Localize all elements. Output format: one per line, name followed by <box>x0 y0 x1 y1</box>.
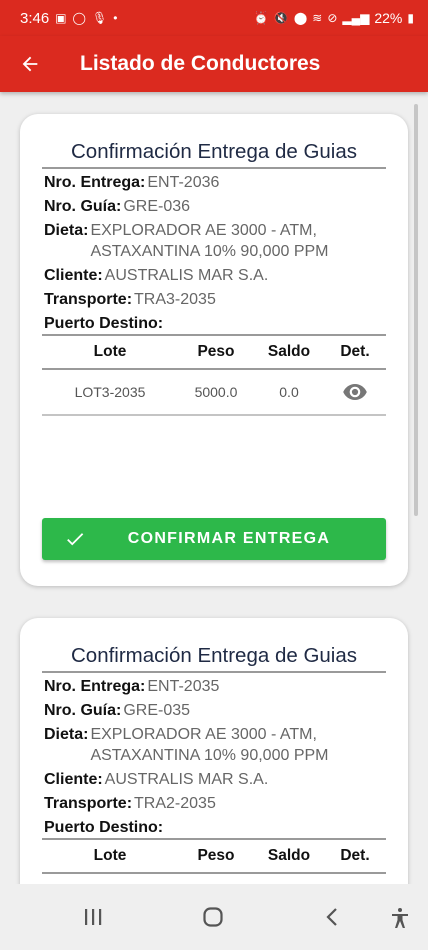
header-saldo: Saldo <box>267 847 311 864</box>
status-time: 3:46 <box>20 9 50 27</box>
field-puerto-destino: Puerto Destino: <box>44 313 384 334</box>
header-peso: Peso <box>197 343 235 360</box>
field-label: Dieta: <box>44 222 89 239</box>
accessibility-icon[interactable] <box>388 906 412 935</box>
app-bar: Listado de Conductores <box>0 36 428 92</box>
field-label: Nro. Entrega: <box>44 174 146 191</box>
recents-icon[interactable] <box>82 906 104 933</box>
field-value: EXPLORADOR AE 3000 - ATM, ASTAXANTINA 10… <box>90 726 329 764</box>
field-value: ENT-2036 <box>147 174 220 191</box>
alarm-icon: ⏰ <box>253 11 269 25</box>
field-nro-entrega: Nro. Entrega: ENT-2036 <box>44 172 384 193</box>
field-cliente: Cliente: AUSTRALIS MAR S.A. <box>44 769 384 790</box>
field-cliente: Cliente: AUSTRALIS MAR S.A. <box>44 265 384 286</box>
field-transporte: Transporte: TRA3-2035 <box>44 289 384 310</box>
field-label: Transporte: <box>44 291 133 308</box>
field-transporte: Transporte: TRA2-2035 <box>44 793 384 814</box>
wifi-icon: ≋ <box>312 11 323 25</box>
field-nro-guia: Nro. Guía: GRE-035 <box>44 700 384 721</box>
field-nro-entrega: Nro. Entrega: ENT-2035 <box>44 676 384 697</box>
header-det: Det. <box>340 847 370 864</box>
table-header: Lote Peso Saldo Det. <box>42 838 386 874</box>
battery-percent: 22% <box>374 10 403 26</box>
delivery-card: Confirmación Entrega de Guias Nro. Entre… <box>20 618 408 884</box>
field-nro-guia: Nro. Guía: GRE-036 <box>44 196 384 217</box>
location-icon: ⬤ <box>293 11 308 25</box>
page-title: Listado de Conductores <box>80 52 321 75</box>
field-dieta: Dieta: EXPLORADOR AE 3000 - ATM, ASTAXAN… <box>44 220 384 262</box>
status-bar: 3:46 ▣ ◯ 🎙 • ⏰ 🔇 ⬤ ≋ ⊘ ▂▄▆ 22% ▮ <box>0 0 428 36</box>
confirm-delivery-button[interactable]: CONFIRMAR ENTREGA <box>42 518 386 560</box>
field-label: Dieta: <box>44 726 89 743</box>
header-saldo: Saldo <box>267 343 311 360</box>
signal-icon: ▂▄▆ <box>342 11 370 25</box>
cell-peso: 5000.0 <box>194 384 238 400</box>
content-list[interactable]: Confirmación Entrega de Guias Nro. Entre… <box>0 92 428 884</box>
header-lote: Lote <box>93 343 127 360</box>
whatsapp-notification-icon: ◯ <box>72 11 86 25</box>
field-value: EXPLORADOR AE 3000 - ATM, ASTAXANTINA 10… <box>90 222 329 260</box>
arrow-left-icon[interactable] <box>0 36 60 92</box>
image-notification-icon: ▣ <box>55 11 67 25</box>
field-value: AUSTRALIS MAR S.A. <box>104 267 269 284</box>
field-value: ENT-2035 <box>147 678 220 695</box>
field-value: TRA2-2035 <box>134 795 216 812</box>
header-peso: Peso <box>197 847 235 864</box>
system-nav-bar <box>0 884 428 950</box>
delivery-card: Confirmación Entrega de Guias Nro. Entre… <box>20 114 408 586</box>
field-value: AUSTRALIS MAR S.A. <box>104 771 269 788</box>
table-row: LOT3-2035 5000.0 0.0 <box>42 370 386 416</box>
field-label: Nro. Guía: <box>44 198 122 215</box>
field-label: Puerto Destino: <box>44 819 164 836</box>
chevron-left-icon[interactable] <box>322 906 344 933</box>
field-value: TRA3-2035 <box>134 291 216 308</box>
field-value: GRE-035 <box>123 702 191 719</box>
check-icon <box>64 528 86 555</box>
card-title: Confirmación Entrega de Guias <box>42 644 386 673</box>
field-dieta: Dieta: EXPLORADOR AE 3000 - ATM, ASTAXAN… <box>44 724 384 766</box>
scrollbar[interactable] <box>414 104 418 516</box>
card-title: Confirmación Entrega de Guias <box>42 140 386 169</box>
battery-icon: ▮ <box>407 11 414 25</box>
dot-notification-icon: • <box>113 11 118 25</box>
mic-notification-icon: 🎙 <box>91 11 108 25</box>
header-det: Det. <box>340 343 370 360</box>
field-value: GRE-036 <box>123 198 191 215</box>
home-icon[interactable] <box>202 906 224 933</box>
field-label: Cliente: <box>44 267 103 284</box>
header-lote: Lote <box>93 847 127 864</box>
table-header: Lote Peso Saldo Det. <box>42 334 386 370</box>
cell-saldo: 0.0 <box>279 384 299 400</box>
field-label: Transporte: <box>44 795 133 812</box>
dnd-icon: ⊘ <box>327 11 338 25</box>
field-label: Puerto Destino: <box>44 315 164 332</box>
field-label: Nro. Entrega: <box>44 678 146 695</box>
mute-icon: 🔇 <box>273 11 289 25</box>
field-label: Nro. Guía: <box>44 702 122 719</box>
field-label: Cliente: <box>44 771 103 788</box>
cell-lote: LOT3-2035 <box>74 384 146 400</box>
eye-icon[interactable] <box>324 383 386 401</box>
button-label: CONFIRMAR ENTREGA <box>127 530 331 547</box>
field-puerto-destino: Puerto Destino: <box>44 817 384 838</box>
